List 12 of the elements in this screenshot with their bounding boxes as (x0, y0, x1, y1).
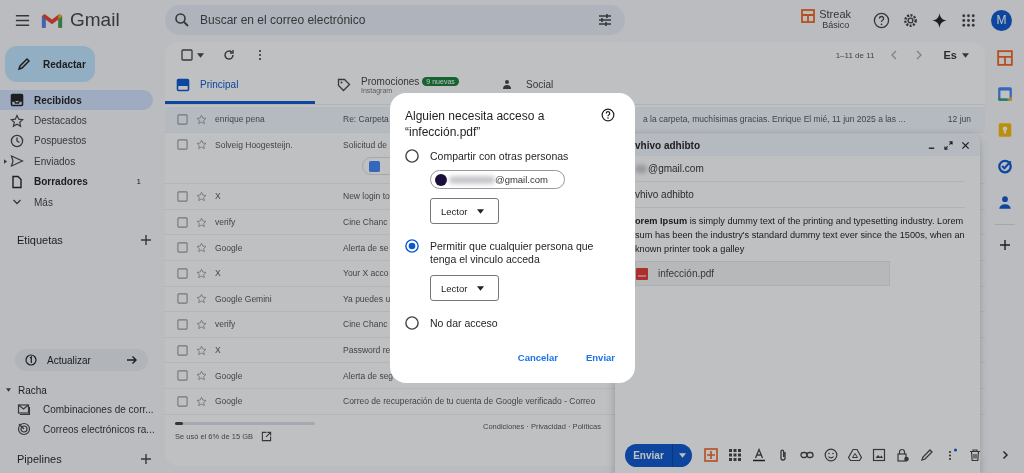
section-heading: Pipelines (17, 453, 62, 465)
body-text-line: known printer took a galley (635, 243, 746, 256)
dialog-title: Alguien necesita acceso a “infección.pdf” (405, 108, 546, 140)
compose-title: vhivo adhibto (635, 139, 700, 151)
app-name: Gmail (70, 9, 120, 31)
option-label: Permitir que cualquier persona que tenga el vinculo acceda (430, 240, 595, 266)
body-text-line: sum has been the industry's standard dummy text ever since the 1500s, when an (635, 229, 966, 242)
option-label: No dar acceso (430, 317, 499, 330)
option-label: Compartir con otras personas (430, 150, 570, 163)
page-range: 1–11 de 11 (835, 50, 875, 60)
body-text-line: orem Ipsum is simply dummy text of the printing and typesetting industry. Lorem (635, 215, 965, 228)
section-heading: Etiquetas (17, 234, 63, 247)
